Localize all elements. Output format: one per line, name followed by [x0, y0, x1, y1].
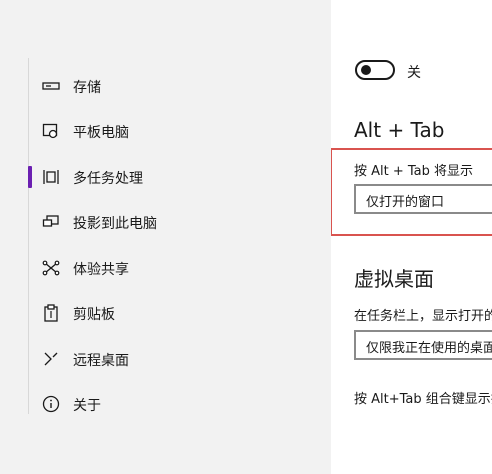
alt-tab-dropdown[interactable]: 仅打开的窗口 [354, 184, 492, 214]
sidebar-item-tablet[interactable]: 平板电脑 [29, 111, 332, 151]
sidebar-item-multitasking[interactable]: 多任务处理 [28, 157, 332, 197]
alt-tab-dropdown-value: 仅打开的窗口 [366, 195, 445, 210]
alt-tab-desktops-label: 按 Alt+Tab 组合键显示打 [354, 392, 492, 407]
sidebar-item-label: 平板电脑 [73, 125, 129, 141]
sidebar-item-label: 远程桌面 [73, 353, 129, 369]
settings-content: 关 Alt + Tab 按 Alt + Tab 将显示 仅打开的窗口 虚拟桌面 … [331, 0, 492, 474]
sidebar-item-label: 投影到此电脑 [73, 216, 157, 232]
share-icon [41, 258, 61, 278]
sidebar-item-label: 体验共享 [73, 262, 129, 278]
toggle-knob [361, 65, 371, 75]
clipboard-icon [41, 303, 61, 323]
sidebar-item-clipboard[interactable]: 剪贴板 [29, 293, 332, 333]
info-icon [41, 394, 61, 414]
tablet-icon [41, 121, 61, 141]
alt-tab-heading: Alt + Tab [354, 118, 445, 142]
sidebar-item-storage[interactable]: 存储 [29, 66, 332, 106]
toggle-state-label: 关 [407, 65, 421, 81]
sidebar-item-project[interactable]: 投影到此电脑 [29, 202, 332, 242]
sidebar-item-label: 关于 [73, 398, 101, 414]
remote-desktop-icon [41, 349, 61, 369]
selected-indicator [28, 166, 32, 188]
taskbar-dropdown[interactable]: 仅限我正在使用的桌面 [354, 330, 492, 360]
project-icon [41, 212, 61, 232]
toggle-switch[interactable] [355, 60, 395, 80]
sidebar-item-remote-desktop[interactable]: 远程桌面 [29, 339, 332, 379]
storage-icon [41, 76, 61, 96]
sidebar-item-label: 存储 [73, 80, 101, 96]
alt-tab-label: 按 Alt + Tab 将显示 [354, 164, 474, 179]
settings-sidebar: 存储 平板电脑 多任务处理 投影到此电脑 体验共享 剪贴板 远程桌面 关于 [0, 0, 332, 474]
sidebar-item-shared-experiences[interactable]: 体验共享 [29, 248, 332, 288]
sidebar-item-label: 剪贴板 [73, 307, 115, 323]
virtual-desktops-heading: 虚拟桌面 [354, 267, 434, 291]
sidebar-item-about[interactable]: 关于 [29, 384, 332, 424]
taskbar-dropdown-value: 仅限我正在使用的桌面 [366, 341, 492, 356]
multitasking-icon [41, 167, 61, 187]
sidebar-nav: 存储 平板电脑 多任务处理 投影到此电脑 体验共享 剪贴板 远程桌面 关于 [28, 58, 332, 414]
sidebar-item-label: 多任务处理 [73, 171, 143, 187]
taskbar-label: 在任务栏上，显示打开的 [354, 309, 492, 324]
